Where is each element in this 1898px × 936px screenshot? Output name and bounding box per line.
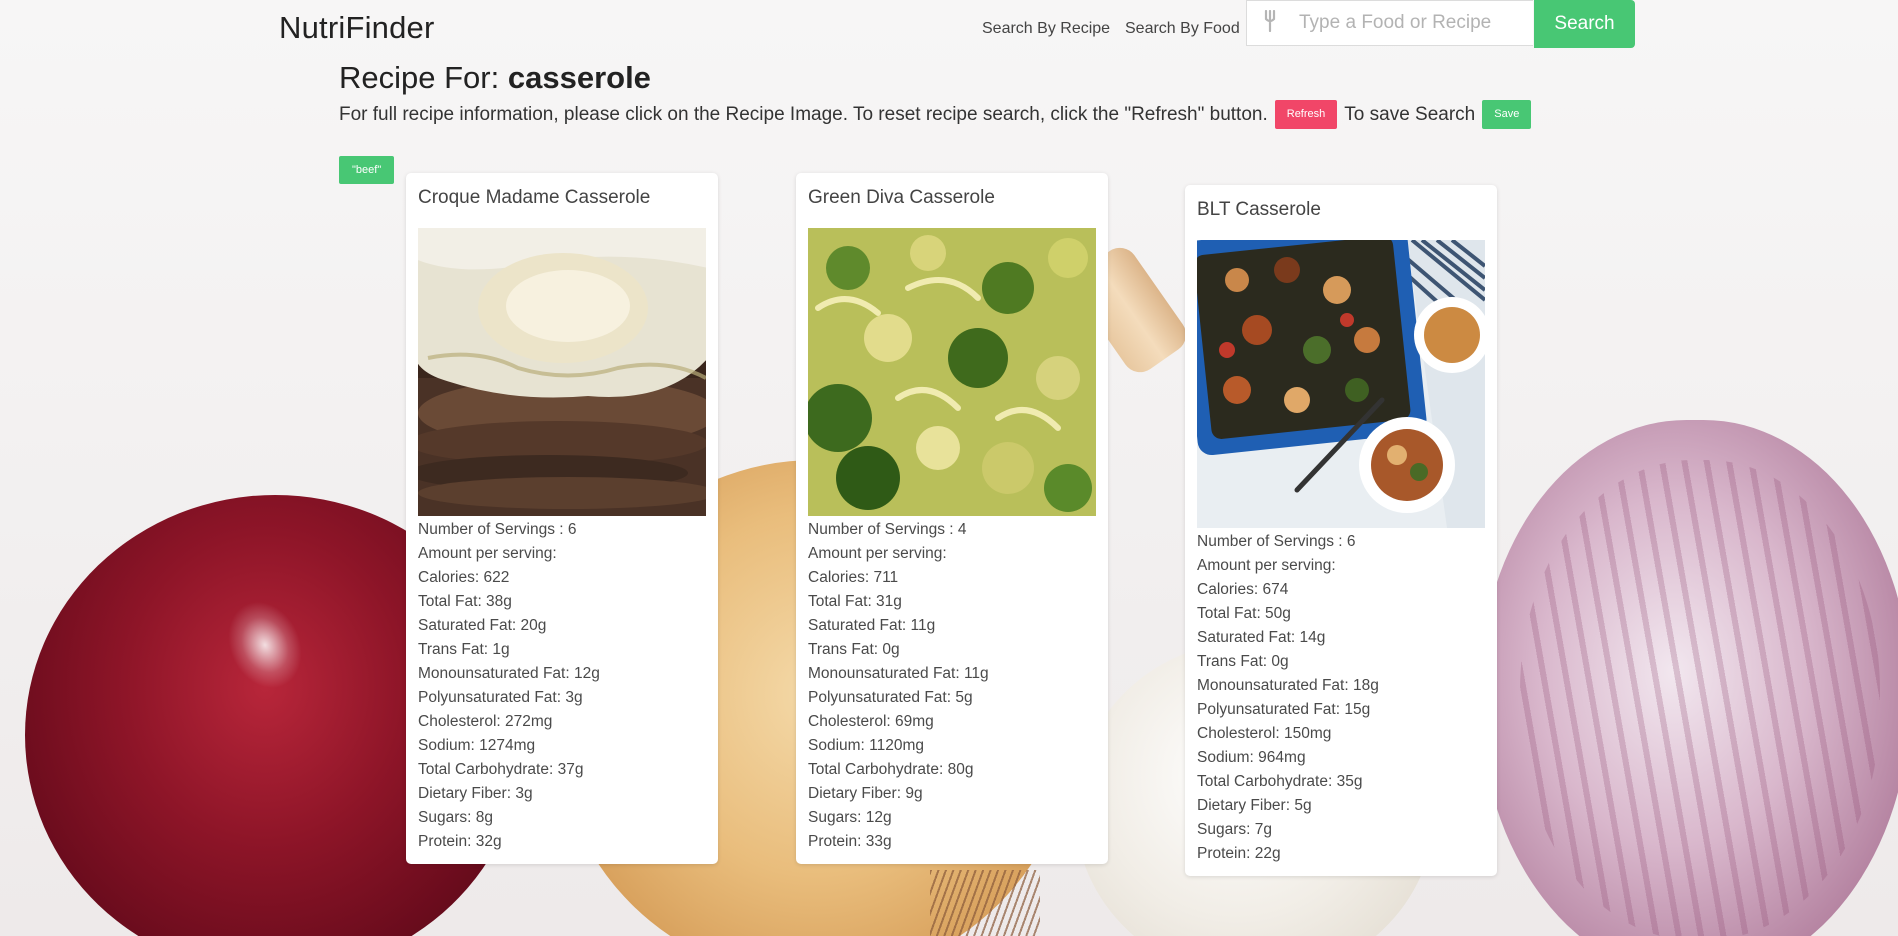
save-button[interactable]: Save — [1482, 100, 1532, 129]
fact-amount-per-serving: Amount per serving: — [418, 544, 557, 562]
fact-total-fat: Total Fat: 31g — [808, 592, 902, 610]
recipe-card: Croque Madame Casserole Number of Servin… — [406, 173, 718, 864]
nutrition-facts: Number of Servings : 6 Amount per servin… — [1197, 530, 1485, 866]
instructions-line: For full recipe information, please clic… — [339, 100, 1538, 129]
fact-calories: Calories: 711 — [808, 568, 899, 586]
search-button[interactable]: Search — [1534, 0, 1635, 48]
nutrition-facts: Number of Servings : 4 Amount per servin… — [808, 518, 1096, 854]
fact-polyunsaturated-fat: Polyunsaturated Fat: 15g — [1197, 700, 1371, 718]
fact-dietary-fiber: Dietary Fiber: 9g — [808, 784, 923, 802]
fact-total-carbohydrate: Total Carbohydrate: 35g — [1197, 772, 1363, 790]
fact-total-carbohydrate: Total Carbohydrate: 80g — [808, 760, 974, 778]
brand-logo[interactable]: NutriFinder — [279, 10, 435, 46]
onion-roots-image — [930, 870, 1040, 936]
fact-trans-fat: Trans Fat: 0g — [808, 640, 900, 658]
fact-protein: Protein: 33g — [808, 832, 892, 850]
fact-servings: Number of Servings : 6 — [418, 520, 577, 538]
fact-monounsaturated-fat: Monounsaturated Fat: 18g — [1197, 676, 1379, 694]
fact-trans-fat: Trans Fat: 1g — [418, 640, 510, 658]
recipe-image-green-diva[interactable] — [808, 227, 1096, 516]
title-query: casserole — [507, 60, 651, 95]
fact-cholesterol: Cholesterol: 272mg — [418, 712, 553, 730]
recipe-image-blt[interactable] — [1197, 239, 1485, 528]
recipe-title: BLT Casserole — [1197, 199, 1321, 220]
fact-total-fat: Total Fat: 38g — [418, 592, 512, 610]
fact-servings: Number of Servings : 4 — [808, 520, 967, 538]
recipe-card: Green Diva Casserole Number of Servings … — [796, 173, 1108, 864]
fact-sodium: Sodium: 1274mg — [418, 736, 536, 754]
fact-saturated-fat: Saturated Fat: 14g — [1197, 628, 1326, 646]
search-field[interactable] — [1246, 0, 1533, 46]
fork-icon — [1247, 9, 1289, 37]
fact-total-fat: Total Fat: 50g — [1197, 604, 1291, 622]
fact-monounsaturated-fat: Monounsaturated Fat: 11g — [808, 664, 989, 682]
page-title: Recipe For: casserole — [339, 60, 651, 96]
saved-search-tag[interactable]: "beef" — [339, 156, 395, 184]
save-search-text: To save Search — [1344, 103, 1476, 125]
fact-trans-fat: Trans Fat: 0g — [1197, 652, 1289, 670]
fact-total-carbohydrate: Total Carbohydrate: 37g — [418, 760, 584, 778]
title-prefix: Recipe For: — [339, 60, 500, 95]
fact-monounsaturated-fat: Monounsaturated Fat: 12g — [418, 664, 600, 682]
fact-polyunsaturated-fat: Polyunsaturated Fat: 5g — [808, 688, 973, 706]
fact-amount-per-serving: Amount per serving: — [1197, 556, 1336, 574]
recipe-card: BLT Casserole Number of Servings : 6 Amo… — [1185, 185, 1497, 876]
fact-sugars: Sugars: 12g — [808, 808, 892, 826]
refresh-button[interactable]: Refresh — [1274, 100, 1338, 129]
fact-protein: Protein: 32g — [418, 832, 502, 850]
recipe-title: Croque Madame Casserole — [418, 187, 651, 208]
fact-sodium: Sodium: 1120mg — [808, 736, 925, 754]
fact-sugars: Sugars: 8g — [418, 808, 493, 826]
garlic-stripes — [1520, 460, 1880, 936]
nav-search-by-food[interactable]: Search By Food — [1125, 20, 1240, 38]
fact-amount-per-serving: Amount per serving: — [808, 544, 947, 562]
search-input[interactable] — [1289, 11, 1521, 35]
instructions-text: For full recipe information, please clic… — [339, 103, 1268, 125]
fact-saturated-fat: Saturated Fat: 20g — [418, 616, 547, 634]
fact-sodium: Sodium: 964mg — [1197, 748, 1306, 766]
nutrition-facts: Number of Servings : 6 Amount per servin… — [418, 518, 706, 854]
fact-dietary-fiber: Dietary Fiber: 5g — [1197, 796, 1312, 814]
fact-protein: Protein: 22g — [1197, 844, 1281, 862]
fact-sugars: Sugars: 7g — [1197, 820, 1272, 838]
fact-servings: Number of Servings : 6 — [1197, 532, 1356, 550]
nav-search-by-recipe[interactable]: Search By Recipe — [982, 20, 1110, 38]
fact-cholesterol: Cholesterol: 150mg — [1197, 724, 1332, 742]
recipe-title: Green Diva Casserole — [808, 187, 995, 208]
fact-polyunsaturated-fat: Polyunsaturated Fat: 3g — [418, 688, 583, 706]
fact-calories: Calories: 622 — [418, 568, 510, 586]
fact-cholesterol: Cholesterol: 69mg — [808, 712, 934, 730]
fact-saturated-fat: Saturated Fat: 11g — [808, 616, 936, 634]
fact-calories: Calories: 674 — [1197, 580, 1289, 598]
recipe-image-croque-madame[interactable] — [418, 227, 706, 516]
fact-dietary-fiber: Dietary Fiber: 3g — [418, 784, 533, 802]
